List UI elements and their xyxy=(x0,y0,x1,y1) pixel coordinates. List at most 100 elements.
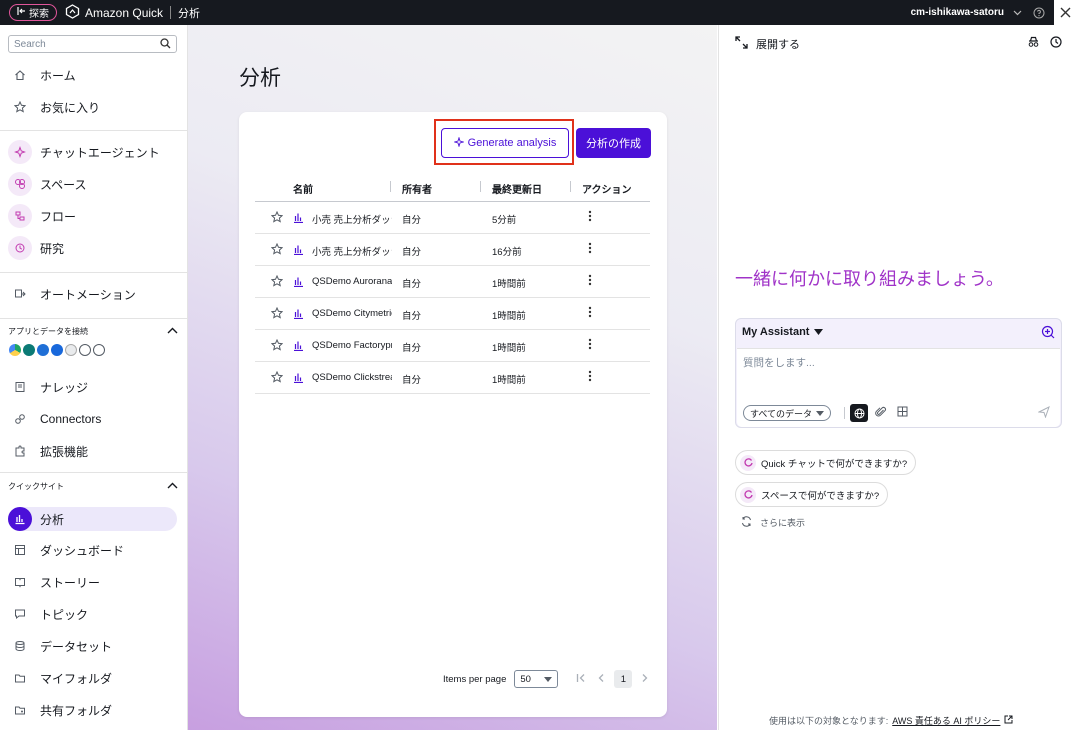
history-icon[interactable] xyxy=(1050,36,1062,51)
analysis-name[interactable]: QSDemo Factoryprod xyxy=(312,340,392,351)
expand-button[interactable]: 展開する xyxy=(735,36,800,52)
apps-section-header[interactable]: アプリとデータを接続 xyxy=(8,326,178,337)
first-page-icon[interactable] xyxy=(574,672,588,686)
sidebar-item-label: ダッシュボード xyxy=(40,543,125,558)
ai-policy-link[interactable]: AWS 責任ある AI ポリシー xyxy=(892,714,1000,727)
sidebar-item-my-folder[interactable]: マイフォルダ xyxy=(8,666,177,690)
analysis-icon xyxy=(8,507,32,531)
footer-text: 使用は以下の対象となります: xyxy=(769,716,889,726)
more-actions-icon[interactable] xyxy=(588,370,592,384)
home-icon xyxy=(12,67,28,83)
items-per-page-select[interactable]: 50 xyxy=(514,670,559,688)
chevron-down-icon[interactable] xyxy=(1008,4,1026,22)
favorite-star-icon[interactable] xyxy=(270,210,284,225)
incognito-icon[interactable] xyxy=(1027,36,1040,51)
create-analysis-button[interactable]: 分析の作成 xyxy=(576,128,651,158)
more-actions-icon[interactable] xyxy=(588,274,592,288)
favorite-star-icon[interactable] xyxy=(270,338,284,353)
owner-cell: 自分 xyxy=(402,215,422,226)
chevron-up-icon[interactable] xyxy=(167,327,178,336)
updated-cell: 1時間前 xyxy=(492,375,526,386)
sidebar-item-label: 拡張機能 xyxy=(40,444,89,459)
table-row[interactable]: 小売 売上分析ダッシュボード自分 5分前 xyxy=(255,202,650,234)
sidebar-item-knowledge[interactable]: ナレッジ xyxy=(8,375,177,399)
footer-policy: 使用は以下の対象となります: AWS 責任ある AI ポリシー xyxy=(769,714,1013,727)
sidebar-item-analysis[interactable]: 分析 xyxy=(8,507,177,531)
chat-input[interactable]: 質問をします... xyxy=(743,355,815,370)
sidebar-item-story[interactable]: ストーリー xyxy=(8,570,177,594)
sidebar-item-dataset[interactable]: データセット xyxy=(8,634,177,658)
table-row[interactable]: QSDemo Factoryprod 自分 1時間前 xyxy=(255,330,650,362)
user-menu[interactable]: cm-ishikawa-satoru xyxy=(911,7,1004,18)
grid-icon[interactable] xyxy=(897,406,908,420)
attach-icon[interactable] xyxy=(875,406,887,421)
analysis-name[interactable]: 小売 売上分析ダッシュボード xyxy=(312,212,392,226)
sidebar-item-spaces[interactable]: スペース xyxy=(8,172,177,196)
column-divider[interactable] xyxy=(390,181,391,192)
generate-analysis-button[interactable]: Generate analysis xyxy=(441,128,569,158)
column-header-name[interactable]: 名前 xyxy=(293,181,313,196)
sidebar-item-connectors[interactable]: Connectors xyxy=(8,407,177,431)
quicksight-section-header[interactable]: クイックサイト xyxy=(8,481,178,492)
next-page-icon[interactable] xyxy=(638,672,652,686)
google-drive-icon[interactable] xyxy=(9,344,21,356)
favorite-star-icon[interactable] xyxy=(270,242,284,257)
data-source-select[interactable]: すべてのデータ xyxy=(743,405,832,421)
table-row[interactable]: QSDemo Clickstream 自分 1時間前 xyxy=(255,362,650,394)
connected-apps xyxy=(9,344,105,356)
more-actions-icon[interactable] xyxy=(588,306,592,320)
suggestion-chip[interactable]: Quick チャットで何ができますか? xyxy=(735,450,917,475)
sidebar-item-dashboard[interactable]: ダッシュボード xyxy=(8,538,177,562)
column-divider[interactable] xyxy=(480,181,481,192)
column-divider[interactable] xyxy=(570,181,571,192)
sidebar-item-favorites[interactable]: お気に入り xyxy=(8,95,177,119)
help-icon[interactable] xyxy=(1030,4,1048,22)
favorite-star-icon[interactable] xyxy=(270,274,284,289)
sharepoint-icon[interactable] xyxy=(23,344,35,356)
column-header-owner[interactable]: 所有者 xyxy=(402,181,432,196)
show-more-button[interactable]: さらに表示 xyxy=(741,516,805,529)
assistant-selector[interactable]: My Assistant xyxy=(742,326,824,338)
chevron-up-icon[interactable] xyxy=(167,482,178,491)
external-link-icon[interactable] xyxy=(1004,715,1013,726)
brand-name[interactable]: Amazon Quick xyxy=(85,6,163,20)
confluence-icon[interactable] xyxy=(51,344,63,356)
table-row[interactable]: 小売 売上分析ダッシュボード自分 16分前 xyxy=(255,234,650,266)
suggestion-chip[interactable]: スペースで何ができますか? xyxy=(735,482,889,507)
column-header-updated[interactable]: 最終更新日 xyxy=(492,181,542,196)
sidebar-item-home[interactable]: ホーム xyxy=(8,63,177,87)
brand: Amazon Quick 分析 xyxy=(65,3,200,22)
sidebar-item-extensions[interactable]: 拡張機能 xyxy=(8,439,177,463)
page-number[interactable]: 1 xyxy=(614,670,633,688)
more-actions-icon[interactable] xyxy=(588,210,592,224)
favorite-star-icon[interactable] xyxy=(270,306,284,321)
table-row[interactable]: QSDemo Auroraname 自分 1時間前 xyxy=(255,266,650,298)
table-row[interactable]: QSDemo Citymetrics 自分 1時間前 xyxy=(255,298,650,330)
sidebar-item-chat-agent[interactable]: チャットエージェント xyxy=(8,140,177,164)
more-actions-icon[interactable] xyxy=(588,338,592,352)
send-icon[interactable] xyxy=(1037,406,1050,421)
analysis-name[interactable]: 小売 売上分析ダッシュボード xyxy=(312,244,392,258)
web-crawler-icon[interactable] xyxy=(93,344,105,356)
new-chat-icon[interactable] xyxy=(1041,325,1055,342)
sidebar-item-research[interactable]: 研究 xyxy=(8,236,177,260)
analysis-name[interactable]: QSDemo Citymetrics xyxy=(312,308,392,319)
favorite-star-icon[interactable] xyxy=(270,370,284,385)
web-icon[interactable] xyxy=(79,344,91,356)
spaces-icon xyxy=(8,172,32,196)
more-actions-icon[interactable] xyxy=(588,242,592,256)
sidebar-item-flow[interactable]: フロー xyxy=(8,204,177,228)
analysis-name[interactable]: QSDemo Clickstream xyxy=(312,372,392,383)
sidebar-item-automation[interactable]: オートメーション xyxy=(8,282,177,306)
web-search-icon[interactable] xyxy=(850,404,868,422)
explore-button[interactable]: 探索 xyxy=(9,4,57,21)
s3-icon[interactable] xyxy=(65,344,77,356)
sidebar-item-shared-folder[interactable]: 共有フォルダ xyxy=(8,698,177,722)
onedrive-icon[interactable] xyxy=(37,344,49,356)
prev-page-icon[interactable] xyxy=(594,672,608,686)
panel-toolbar xyxy=(1027,36,1062,51)
search-input[interactable]: Search xyxy=(8,35,177,53)
sidebar-item-topic[interactable]: トピック xyxy=(8,602,177,626)
close-icon[interactable] xyxy=(1054,0,1076,25)
analysis-name[interactable]: QSDemo Auroraname xyxy=(312,276,392,287)
